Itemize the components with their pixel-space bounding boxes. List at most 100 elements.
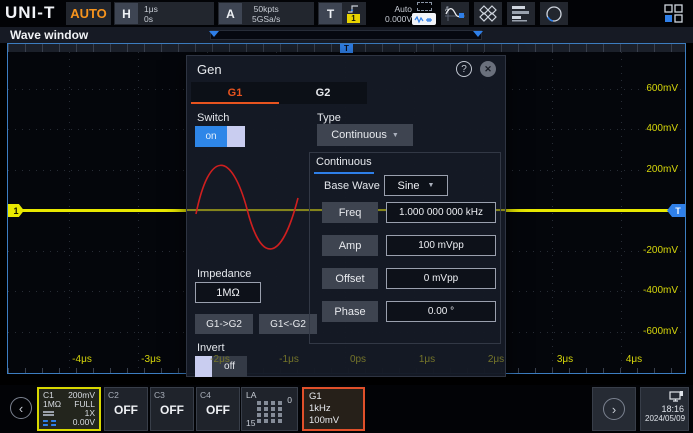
phase-button[interactable]: Phase — [322, 301, 378, 322]
top-toolbar: UNI-T AUTO H 1μs 0s A 50kpts 5GSa/s T — [0, 0, 693, 27]
switch-on-state[interactable]: on — [195, 126, 227, 147]
amp-value[interactable]: 100 mVpp — [386, 235, 496, 256]
close-icon[interactable]: ✕ — [480, 61, 496, 77]
copy-g1-to-g2-button[interactable]: G1->G2 — [195, 314, 253, 334]
offset-value[interactable]: 0 mVpp — [386, 268, 496, 289]
gen-tabs: G1 G2 — [191, 82, 367, 104]
diamonds-icon — [478, 5, 498, 22]
c1-offset: 0.00V — [73, 418, 95, 427]
channel1-marker[interactable]: 1 — [8, 204, 24, 217]
sample-rate: 5GSa/s — [252, 14, 280, 24]
switch-knob[interactable] — [227, 126, 245, 147]
type-dropdown[interactable]: Continuous ▼ — [317, 124, 413, 146]
freq-value[interactable]: 1.000 000 000 kHz — [386, 202, 496, 223]
chevron-left-icon[interactable]: ‹ — [10, 397, 32, 419]
la-high-bit: 0 — [287, 395, 292, 405]
acquire-settings-button[interactable]: A 50kpts 5GSa/s — [218, 2, 314, 25]
wave-window-title: Wave window — [10, 28, 88, 42]
la-low-bit: 15 — [246, 418, 255, 428]
channel4-box[interactable]: C4 OFF — [196, 387, 240, 431]
system-date: 2024/05/09 — [645, 414, 684, 423]
tools-button[interactable] — [474, 2, 502, 25]
horizontal-offset: 0s — [144, 14, 158, 24]
impedance-value[interactable]: 1MΩ — [195, 282, 261, 303]
base-wave-value: Sine — [398, 180, 420, 192]
c3-name: C3 — [154, 390, 190, 400]
wave-window-active-icon — [412, 13, 436, 25]
invert-knob[interactable] — [195, 356, 212, 377]
brand-logo: UNI-T — [5, 3, 55, 23]
wave-window-tool-button[interactable] — [411, 1, 437, 26]
channel1-box[interactable]: C1 200mV 1MΩ FULL 1X 0.00V — [37, 387, 101, 431]
type-label: Type — [317, 112, 341, 124]
acquire-key[interactable]: A — [219, 3, 242, 24]
continuous-panel: Continuous Base Wave Sine ▼ Freq 1.000 0… — [309, 152, 501, 344]
channel2-box[interactable]: C2 OFF — [104, 387, 148, 431]
tab-g2[interactable]: G2 — [279, 82, 367, 104]
invert-toggle[interactable]: off — [195, 356, 247, 377]
trigger-mode: Auto — [395, 4, 413, 14]
c1-impedance: 1MΩ — [43, 400, 61, 409]
channel3-box[interactable]: C3 OFF — [150, 387, 194, 431]
g1-name: G1 — [309, 391, 358, 403]
la-bits-grid-icon — [257, 401, 283, 425]
freq-button[interactable]: Freq — [322, 202, 378, 223]
range-right-handle-icon[interactable] — [473, 31, 483, 37]
display-icon — [669, 390, 684, 403]
tab-g1[interactable]: G1 — [191, 82, 279, 104]
base-wave-dropdown[interactable]: Sine ▼ — [384, 175, 448, 196]
phase-value[interactable]: 0.00 ° — [386, 301, 496, 322]
selection-rect-icon — [417, 2, 432, 11]
voltage-label: -200mV — [628, 245, 678, 256]
search-button[interactable] — [540, 2, 568, 25]
layout-grid-button[interactable] — [659, 2, 687, 25]
impedance-label: Impedance — [197, 268, 251, 280]
math-wave-button[interactable]: A — [441, 2, 469, 25]
chevron-down-icon: ▼ — [428, 182, 435, 189]
wave-cursor-icon: A — [444, 5, 466, 22]
voltage-label: -600mV — [628, 326, 678, 337]
logic-analyzer-box[interactable]: LA 0 15 — [241, 387, 298, 431]
horizontal-settings-button[interactable]: H 1μs 0s — [114, 2, 214, 25]
chevron-right-icon[interactable]: › — [603, 398, 625, 420]
voltage-label: 200mV — [628, 164, 678, 175]
trigger-position-marker[interactable]: T — [340, 44, 353, 53]
clock-box[interactable]: 18:16 2024/05/09 — [640, 387, 689, 431]
la-name: LA — [246, 390, 256, 400]
acquisition-mode-badge: AUTO — [66, 2, 111, 25]
invert-label: Invert — [197, 342, 225, 354]
range-left-handle-icon[interactable] — [209, 31, 219, 37]
wave-window-range-slider[interactable] — [210, 30, 482, 40]
scroll-right-button[interactable]: › — [592, 387, 636, 431]
measure-list-button[interactable] — [507, 2, 535, 25]
horizontal-scale: 1μs — [144, 4, 158, 14]
search-circle-icon — [544, 5, 564, 23]
trigger-level-marker[interactable]: T — [667, 204, 685, 217]
wave-window-header: Wave window — [0, 27, 693, 43]
voltage-label: -400mV — [628, 285, 678, 296]
trigger-key[interactable]: T — [319, 3, 342, 24]
switch-toggle[interactable]: on — [195, 126, 245, 147]
c2-state: OFF — [108, 403, 144, 417]
invert-off-state[interactable]: off — [212, 356, 247, 377]
generator1-box[interactable]: G1 1kHz 100mV — [302, 387, 365, 431]
window-grid-icon — [663, 4, 684, 23]
dc-coupling-icon — [43, 411, 54, 416]
waveform-preview — [191, 146, 303, 268]
dialog-title: Gen — [197, 62, 222, 77]
offset-button[interactable]: Offset — [322, 268, 378, 289]
amp-button[interactable]: Amp — [322, 235, 378, 256]
channel-status-bar: ‹ C1 200mV 1MΩ FULL 1X 0.00V C2 OFF — [0, 385, 693, 433]
trigger-source-badge: 1 — [347, 14, 360, 23]
horizontal-key[interactable]: H — [115, 3, 138, 24]
voltage-label: 600mV — [628, 83, 678, 94]
scroll-left-button[interactable]: ‹ — [10, 397, 32, 419]
base-wave-label: Base Wave — [324, 180, 380, 192]
help-icon[interactable]: ? — [456, 61, 472, 77]
trigger-settings-button[interactable]: T 1 — [318, 2, 366, 25]
trace-style-icon — [43, 420, 56, 426]
oscilloscope-screen: UNI-T AUTO H 1μs 0s A 50kpts 5GSa/s T — [0, 0, 693, 433]
trigger-level: 0.000V — [385, 14, 412, 24]
trigger-edge-icon — [347, 5, 360, 13]
section-underline — [314, 172, 374, 174]
